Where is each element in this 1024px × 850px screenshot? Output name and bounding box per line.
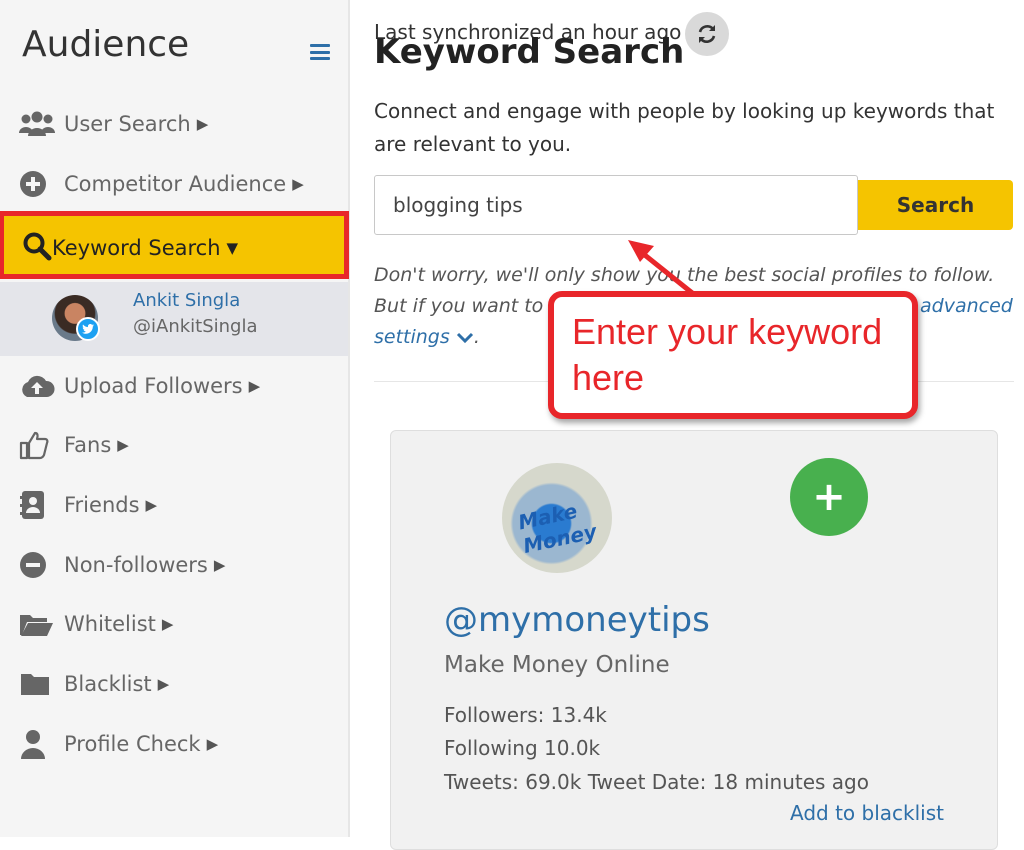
callout-line-1: Enter your keyword: [572, 311, 883, 352]
sidebar-item-label: Blacklist: [64, 672, 152, 696]
caret-down-icon: ▼: [226, 239, 239, 257]
sidebar-item-label: Fans: [64, 433, 112, 457]
search-button[interactable]: Search: [858, 180, 1013, 230]
plus-circle-icon: [18, 169, 56, 199]
caret-right-icon: ▶: [213, 556, 226, 574]
sidebar-item-non-followers[interactable]: Non-followers ▶: [18, 545, 225, 585]
note-period: .: [473, 326, 480, 348]
followers-count: Followers: 13.4k: [444, 703, 607, 727]
sidebar-item-label: Profile Check: [64, 732, 201, 756]
chevron-down-icon: [456, 332, 473, 343]
add-to-blacklist-link[interactable]: Add to blacklist: [790, 801, 944, 825]
refresh-icon[interactable]: [685, 12, 730, 56]
sidebar-item-competitor-audience[interactable]: Competitor Audience ▶: [18, 164, 304, 204]
twitter-icon: [76, 317, 100, 341]
caret-right-icon: ▶: [196, 115, 209, 133]
caret-right-icon: ▶: [145, 496, 158, 514]
sidebar-item-label: Upload Followers: [64, 374, 243, 398]
folder-icon: [18, 669, 56, 699]
sidebar-item-upload-followers[interactable]: Upload Followers ▶: [18, 366, 260, 406]
minus-circle-icon: [18, 550, 56, 580]
users-icon: [18, 109, 56, 139]
sidebar-item-fans[interactable]: Fans ▶: [18, 425, 129, 465]
callout-line-2: here: [572, 357, 645, 398]
caret-right-icon: ▶: [161, 615, 174, 633]
account-name[interactable]: Ankit Singla: [133, 290, 240, 311]
cloud-upload-icon: [18, 371, 56, 401]
sidebar-item-profile-check[interactable]: Profile Check ▶: [18, 724, 218, 764]
keyword-search-input[interactable]: blogging tips: [374, 175, 858, 235]
sidebar-item-user-search[interactable]: User Search ▶: [18, 104, 208, 144]
profile-handle[interactable]: @mymoneytips: [444, 600, 710, 640]
following-count: Following 10.0k: [444, 736, 601, 760]
sidebar-item-label: Competitor Audience: [64, 172, 287, 196]
sidebar-item-label: Whitelist: [64, 612, 156, 636]
sidebar-title: Audience: [22, 24, 190, 65]
sidebar-item-friends[interactable]: Friends ▶: [18, 485, 157, 525]
sidebar-item-keyword-search[interactable]: Keyword Search ▼: [0, 212, 348, 278]
advanced-link[interactable]: advanced: [920, 291, 1013, 322]
sidebar-item-blacklist[interactable]: Blacklist ▶: [18, 664, 169, 704]
thumbs-up-icon: [18, 430, 56, 460]
hamburger-menu-icon[interactable]: [310, 44, 330, 60]
profile-avatar[interactable]: Make Money: [502, 463, 612, 573]
search-icon: [22, 231, 52, 266]
follow-button[interactable]: +: [790, 458, 868, 536]
account-handle: @iAnkitSingla: [133, 316, 258, 337]
tweets-count: Tweets: 69.0k Tweet Date: 18 minutes ago: [444, 770, 869, 794]
sidebar-item-label: Friends: [64, 493, 140, 517]
page-title: Keyword Search: [374, 32, 685, 72]
sidebar-item-whitelist[interactable]: Whitelist ▶: [18, 604, 173, 644]
note-line-2-text: But if you want to: [374, 295, 544, 317]
settings-link-label: settings: [374, 326, 450, 348]
sidebar-item-label: Non-followers: [64, 553, 208, 577]
settings-link[interactable]: settings: [374, 326, 474, 348]
annotation-callout: Enter your keyword here: [548, 291, 918, 419]
avatar-text: Make Money: [516, 498, 599, 559]
address-book-icon: [18, 490, 56, 520]
caret-right-icon: ▶: [248, 377, 261, 395]
callout-text: Enter your keyword here: [572, 309, 882, 401]
caret-right-icon: ▶: [292, 175, 304, 193]
folder-open-icon: [18, 609, 56, 639]
caret-right-icon: ▶: [157, 675, 170, 693]
sidebar-item-label: Keyword Search: [52, 236, 221, 260]
caret-right-icon: ▶: [206, 735, 219, 753]
user-icon: [18, 729, 56, 759]
page-intro: Connect and engage with people by lookin…: [374, 99, 995, 156]
sidebar-item-label: User Search: [64, 112, 191, 136]
caret-right-icon: ▶: [117, 436, 129, 454]
profile-name: Make Money Online: [444, 652, 670, 678]
